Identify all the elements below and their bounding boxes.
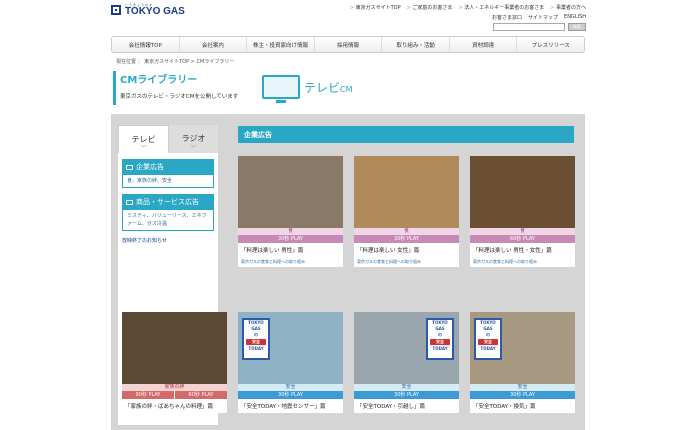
content-area: テレビ ラジオ 企業広告 食、家族の絆、安全 商品・サービス広告 ミスティ、バリ… (111, 114, 585, 430)
logo-mark-icon (111, 4, 121, 15)
play-button[interactable]: 30秒 PLAY (470, 391, 575, 399)
play-button[interactable]: 90秒 PLAY (122, 391, 174, 399)
play-button[interactable]: 30秒 PLAY (238, 391, 343, 399)
cm-thumbnail[interactable] (122, 312, 227, 384)
gnav-item[interactable]: プレスリリース (517, 37, 584, 52)
card-link[interactable]: 東京ガスの食育と料理への取り組み (470, 257, 575, 267)
category-sub[interactable]: 食、家族の絆、安全 (122, 175, 214, 188)
card-category: 安全 (470, 384, 575, 391)
page-header: CMライブラリー 東京ガスのテレビ・ラジオCMを公開しています (113, 71, 253, 105)
safety-poster: TOKYO GAS の安全 TODAY (426, 318, 454, 360)
tv-cm-badge: テレビCM (262, 75, 353, 103)
top-nav: 東京ガスサイトTOP ご家庭のお客さま 法人・エネルギー事業者のお客さま 事業者… (350, 4, 586, 11)
play-button[interactable]: 60秒 PLAY (175, 391, 227, 399)
section-title: 企業広告 (238, 126, 574, 143)
end-notice-link[interactable]: 放映終了のお知らせ (122, 237, 214, 244)
card-title: 「料理は楽しい 女性」篇 (357, 248, 420, 254)
card-category: 家族の絆 (122, 384, 227, 391)
cm-thumbnail[interactable] (238, 156, 343, 228)
category-label: 商品・サービス広告 (136, 198, 199, 206)
card-title: 「料理は楽しい 男性・女性」篇 (473, 248, 552, 254)
play-button[interactable]: 30秒 PLAY (238, 235, 343, 243)
tv-label: テレビ (304, 80, 341, 95)
topnav-link[interactable]: 東京ガスサイトTOP (350, 4, 401, 11)
play-button[interactable]: 30秒 PLAY (354, 235, 459, 243)
card-category: 安全 (238, 384, 343, 391)
top-nav-2: お客さま窓口 サイトマップ ENGLISH (492, 14, 586, 21)
category-corporate[interactable]: 企業広告 (122, 159, 214, 175)
play-button[interactable]: 30秒 PLAY (354, 391, 459, 399)
cm-thumbnail[interactable]: TOKYO GAS の安全 TODAY (238, 312, 343, 384)
breadcrumb: 現在位置 ： 東京ガスサイトTOP > CMライブラリー (116, 59, 235, 65)
gnav-item[interactable]: 会社情報TOP (112, 37, 180, 52)
cm-card[interactable]: 食 30秒 PLAY 「料理は楽しい 女性」篇 東京ガスの食育と料理への取り組み (354, 156, 459, 267)
tab-radio[interactable]: ラジオ (169, 125, 218, 153)
card-title: 「安全TODAY・換気」篇 (473, 404, 536, 410)
cm-card[interactable]: 食 60秒 PLAY 「料理は楽しい 男性・女性」篇 東京ガスの食育と料理への取… (470, 156, 575, 267)
safety-poster: TOKYO GAS の安全 TODAY (242, 318, 270, 360)
gnav-item[interactable]: 資材調達 (450, 37, 518, 52)
card-category: 食 (238, 228, 343, 235)
cm-thumbnail[interactable] (470, 156, 575, 228)
category-sub[interactable]: ミスティ、バリューリース、エネファーム、ガス冷温 (122, 210, 214, 231)
logo-name: TOKYO GAS (125, 6, 185, 17)
card-category: 安全 (354, 384, 459, 391)
category-products[interactable]: 商品・サービス広告 (122, 194, 214, 210)
play-button[interactable]: 60秒 PLAY (470, 235, 575, 243)
tv-icon (262, 75, 300, 103)
gnav-item[interactable]: 採用情報 (315, 37, 383, 52)
card-category: 食 (470, 228, 575, 235)
safety-poster: TOKYO GAS の安全 TODAY (474, 318, 502, 360)
tab-tv[interactable]: テレビ (118, 125, 169, 153)
search-bar: 検索 (493, 23, 586, 31)
cm-thumbnail[interactable] (354, 156, 459, 228)
tv-small-icon (126, 164, 133, 170)
media-tabs: テレビ ラジオ (118, 125, 218, 153)
card-link[interactable]: 東京ガスの食育と料理への取り組み (238, 257, 343, 267)
global-nav: 会社情報TOP 会社案内 株主・投資家向け情報 採用情報 取り組み・活動 資材調… (111, 36, 585, 53)
cm-card[interactable]: TOKYO GAS の安全 TODAY 安全 30秒 PLAY 「安全TODAY・換気… (470, 312, 575, 413)
logo[interactable]: とうきょうがす TOKYO GAS (111, 3, 185, 17)
topnav-link[interactable]: 事業者の方へ (550, 4, 586, 11)
gnav-item[interactable]: 株主・投資家向け情報 (247, 37, 315, 52)
search-button[interactable]: 検索 (568, 23, 586, 31)
topnav-link[interactable]: 法人・エネルギー事業者のお客さま (458, 4, 544, 11)
tv-label-small: CM (340, 84, 353, 94)
card-category: 食 (354, 228, 459, 235)
card-title: 「料理は楽しい 男性」篇 (241, 248, 304, 254)
card-title: 「家族の絆・ばあちゃんの料理」篇 (125, 404, 214, 410)
cm-thumbnail[interactable]: TOKYO GAS の安全 TODAY (354, 312, 459, 384)
page-title: CMライブラリー (120, 75, 198, 86)
topnav2-link[interactable]: ENGLISH (564, 14, 586, 21)
main: 企業広告 食 30秒 PLAY 「料理は楽しい 男性」篇 東京ガスの食育と料理へ… (122, 126, 575, 430)
topnav2-link[interactable]: サイトマップ (528, 14, 558, 21)
cm-thumbnail[interactable]: TOKYO GAS の安全 TODAY (470, 312, 575, 384)
gnav-item[interactable]: 会社案内 (180, 37, 248, 52)
gnav-item[interactable]: 取り組み・活動 (382, 37, 450, 52)
category-label: 企業広告 (136, 163, 164, 171)
search-input[interactable] (493, 23, 565, 31)
card-title: 「安全TODAY・引越し」篇 (357, 404, 426, 410)
card-link[interactable]: 東京ガスの食育と料理への取り組み (354, 257, 459, 267)
tv-small-icon (126, 199, 133, 205)
cm-card[interactable]: TOKYO GAS の安全 TODAY 安全 30秒 PLAY 「安全TODAY・引越… (354, 312, 459, 413)
topnav2-link[interactable]: お客さま窓口 (492, 14, 522, 21)
cm-card[interactable]: 家族の絆 90秒 PLAY 60秒 PLAY 「家族の絆・ばあちゃんの料理」篇 (122, 312, 227, 413)
topnav-link[interactable]: ご家庭のお客さま (407, 4, 452, 11)
cm-card[interactable]: 食 30秒 PLAY 「料理は楽しい 男性」篇 東京ガスの食育と料理への取り組み (238, 156, 343, 267)
page-desc: 東京ガスのテレビ・ラジオCMを公開しています (120, 94, 239, 100)
cm-card[interactable]: TOKYO GAS の安全 TODAY 安全 30秒 PLAY 「安全TODAY・地震… (238, 312, 343, 413)
card-title: 「安全TODAY・地震センサー」篇 (241, 404, 326, 410)
